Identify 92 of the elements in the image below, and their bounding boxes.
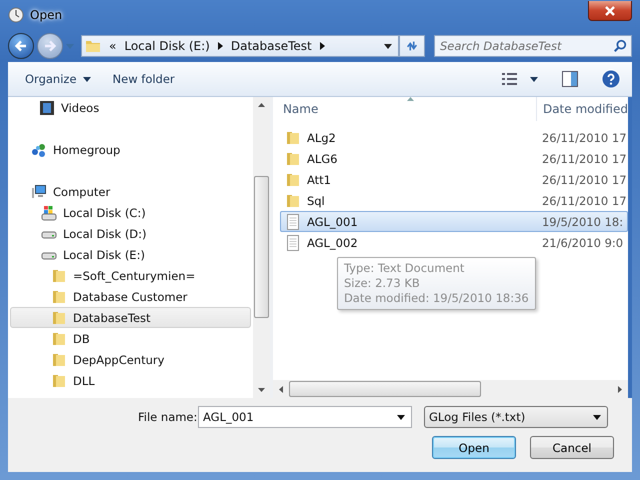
breadcrumb[interactable]: Local Disk (E:) <box>124 39 210 53</box>
system-drive-icon <box>41 204 57 220</box>
nav-item[interactable]: DepAppCentury <box>10 349 251 370</box>
document-icon <box>284 234 301 250</box>
back-button[interactable] <box>8 33 34 59</box>
file-name: ALg2 <box>306 130 336 144</box>
refresh-icon <box>405 39 419 53</box>
tooltip-text: Type: Text Document <box>344 261 466 276</box>
dropdown-arrow-icon[interactable] <box>530 76 538 82</box>
tooltip-text: Date modified: 19/5/2010 18:36 <box>344 291 529 306</box>
close-button[interactable] <box>588 1 632 21</box>
folder-icon <box>85 38 101 54</box>
forward-arrow-icon <box>42 38 58 54</box>
nav-item[interactable]: Computer <box>10 181 251 202</box>
folder-icon <box>284 130 301 146</box>
file-row[interactable]: AGL_002 21/6/2010 9:0 <box>280 232 628 253</box>
scroll-right-icon[interactable] <box>618 386 622 392</box>
scroll-down-icon[interactable] <box>258 388 265 392</box>
sort-arrow-icon <box>406 97 414 101</box>
search-field[interactable]: Search DatabaseTest <box>434 35 632 57</box>
dropdown-arrow-icon[interactable] <box>397 414 405 420</box>
nav-item[interactable]: DLL <box>10 370 251 391</box>
folder-icon <box>51 288 67 304</box>
close-icon <box>604 4 616 16</box>
preview-pane-icon[interactable] <box>562 71 578 87</box>
scrollbar[interactable] <box>272 380 628 398</box>
file-date: 19/5/2010 18: <box>542 214 624 228</box>
back-arrow-icon <box>13 38 29 54</box>
chevron-icon[interactable] <box>320 42 325 50</box>
folder-icon <box>51 310 67 326</box>
file-name-label: File name: <box>138 410 194 424</box>
folder-icon <box>284 172 301 188</box>
scroll-left-icon[interactable] <box>278 386 283 392</box>
file-row[interactable]: ALG6 26/11/2010 17 <box>280 148 628 169</box>
nav-item[interactable]: Database Customer <box>10 286 251 307</box>
file-row[interactable]: Att1 26/11/2010 17 <box>280 169 628 190</box>
folder-icon <box>284 192 301 208</box>
open-button[interactable]: Open <box>432 436 516 459</box>
forward-button[interactable] <box>37 33 63 59</box>
column-header[interactable]: Name <box>272 97 537 121</box>
folder-icon <box>51 330 67 346</box>
dropdown-arrow-icon[interactable] <box>593 414 601 420</box>
window-title: Open <box>30 8 62 22</box>
folder-icon <box>51 352 67 368</box>
nav-item[interactable]: Homegroup <box>10 139 251 160</box>
nav-item[interactable]: DB <box>10 328 251 349</box>
clock-icon <box>8 7 24 23</box>
cancel-button[interactable]: Cancel <box>530 436 614 459</box>
film-icon <box>39 100 55 116</box>
file-row[interactable]: AGL_001 19/5/2010 18: <box>280 211 628 232</box>
folder-icon <box>51 268 67 284</box>
file-name: Sql <box>306 194 325 208</box>
file-name: AGL_002 <box>306 236 358 250</box>
breadcrumb[interactable]: DatabaseTest <box>230 39 312 53</box>
chevron-icon[interactable] <box>218 42 223 50</box>
nav-item[interactable]: DatabaseTest <box>10 307 251 328</box>
file-name: ALG6 <box>306 152 338 166</box>
computer-icon <box>31 184 47 200</box>
file-row[interactable]: ALg2 26/11/2010 17 <box>280 127 628 148</box>
folder-icon <box>284 150 301 166</box>
nav-item[interactable]: =Soft_Centurymien= <box>10 265 251 286</box>
file-type-dropdown[interactable]: GLog Files (*.txt) <box>424 406 608 428</box>
file-name-field[interactable]: AGL_001 <box>198 406 412 428</box>
file-date: 26/11/2010 17 <box>542 194 627 208</box>
new-folder-button[interactable]: New folder <box>104 68 184 90</box>
tooltip-text: Size: 2.73 KB <box>344 276 421 291</box>
document-icon <box>284 214 301 230</box>
file-date: 21/6/2010 9:0 <box>542 236 624 250</box>
file-name: AGL_001 <box>306 214 358 228</box>
refresh-button[interactable] <box>399 35 425 57</box>
help-icon[interactable] <box>602 70 620 88</box>
homegroup-icon <box>31 142 47 158</box>
scroll-up-icon[interactable] <box>258 103 265 107</box>
file-date: 26/11/2010 17 <box>542 130 627 144</box>
nav-item[interactable]: Local Disk (D:) <box>10 223 251 244</box>
nav-item[interactable]: Local Disk (C:) <box>10 202 251 223</box>
breadcrumb[interactable]: « <box>109 39 116 53</box>
dropdown-arrow-icon[interactable] <box>384 44 392 48</box>
file-name: Att1 <box>306 172 331 186</box>
view-list-icon[interactable] <box>502 72 518 86</box>
file-row[interactable]: Sql 26/11/2010 17 <box>280 190 628 211</box>
address-bar[interactable]: « Local Disk (E:) DatabaseTest <box>81 35 399 57</box>
folder-icon <box>51 372 67 388</box>
search-icon <box>613 39 627 53</box>
organize-button[interactable]: Organize <box>16 68 100 90</box>
nav-item[interactable]: Videos <box>10 97 251 118</box>
file-date: 26/11/2010 17 <box>542 172 627 186</box>
scrollbar[interactable] <box>252 97 270 398</box>
caret-icon <box>82 76 91 82</box>
file-date: 26/11/2010 17 <box>542 152 627 166</box>
nav-item[interactable]: Local Disk (E:) <box>10 244 251 265</box>
column-header[interactable]: Date modified <box>536 97 628 121</box>
